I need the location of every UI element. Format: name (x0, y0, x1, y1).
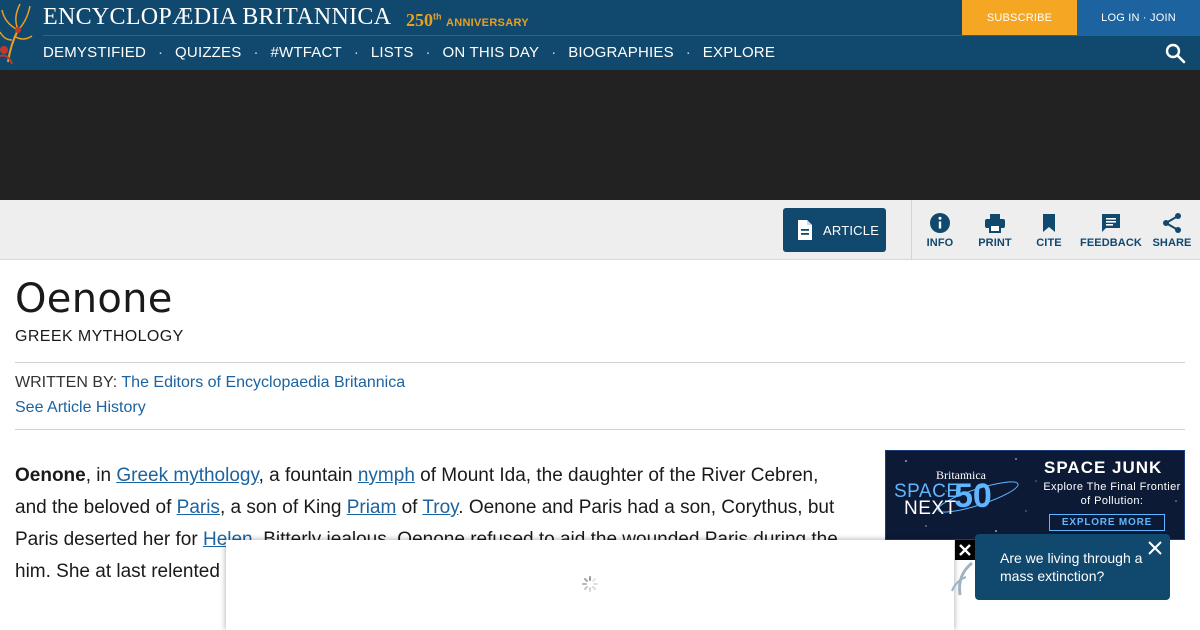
print-icon (985, 214, 1005, 233)
loading-spinner-icon (582, 576, 598, 592)
body-text: , a fountain (258, 465, 358, 486)
info-icon (930, 213, 950, 233)
anniversary-word: ANNIVERSARY (445, 17, 529, 29)
bird-skeleton-graphic (948, 555, 978, 600)
page-title: Oenone (15, 276, 173, 322)
divider (15, 429, 1185, 430)
ad-fifty-text: 50 (954, 477, 992, 515)
main-nav: DEMYSTIFIED · QUIZZES · #WTFACT · LISTS … (43, 44, 775, 61)
body-text: of (396, 497, 423, 518)
article-button[interactable]: ARTICLE (783, 208, 886, 252)
nav-separator: · (685, 44, 691, 61)
author-link[interactable]: The Editors of Encyclopaedia Britannica (121, 374, 405, 391)
article-button-label: ARTICLE (823, 222, 880, 238)
promo-popup[interactable]: Are we living through a mass extinction? (975, 534, 1170, 600)
popup-text[interactable]: Are we living through a mass extinction? (1000, 549, 1160, 585)
nav-separator: · (425, 44, 431, 61)
article-history-link[interactable]: See Article History (15, 399, 146, 417)
share-label: SHARE (1152, 237, 1192, 249)
ad-subline: Explore The Final Frontier of Pollution: (1043, 481, 1181, 507)
anniversary-badge: 250th ANNIVERSARY (406, 10, 529, 31)
ad-next-text: NEXT (904, 498, 957, 519)
link-nymph[interactable]: nymph (358, 465, 415, 486)
cite-label: CITE (1036, 237, 1062, 249)
nav-item-quizzes[interactable]: QUIZZES (175, 44, 241, 61)
anniversary-number: 250 (406, 10, 433, 30)
link-greek-mythology[interactable]: Greek mythology (116, 465, 258, 486)
site-header: ENCYCLOPÆDIA BRITANNICA 250th ANNIVERSAR… (0, 0, 1200, 70)
share-icon (1163, 213, 1181, 233)
nav-item-demystified[interactable]: DEMYSTIFIED (43, 44, 146, 61)
top-ad-banner (0, 70, 1200, 200)
body-text: him. She at last relented (15, 561, 220, 582)
body-text: , in (85, 465, 117, 486)
subscribe-button[interactable]: SUBSCRIBE (962, 0, 1077, 35)
document-icon (798, 220, 812, 240)
nav-item-lists[interactable]: LISTS (371, 44, 414, 61)
brand-title[interactable]: ENCYCLOPÆDIA BRITANNICA (43, 4, 391, 31)
body-text: , a son of King (219, 497, 347, 518)
header-divider (43, 35, 1200, 36)
space-junk-ad[interactable]: Britannica SPACE NEXT 50 SPACE JUNK Expl… (885, 450, 1185, 540)
share-button[interactable]: SHARE (1137, 212, 1200, 249)
cite-button[interactable]: CITE (1014, 212, 1084, 249)
article-topic: GREEK MYTHOLOGY (15, 328, 184, 345)
feedback-button[interactable]: FEEDBACK (1076, 212, 1146, 249)
loading-panel (226, 540, 954, 630)
nav-item-biographies[interactable]: BIOGRAPHIES (568, 44, 674, 61)
nav-separator: · (551, 44, 557, 61)
bookmark-icon (1043, 214, 1055, 232)
anniversary-suffix: th (433, 11, 442, 22)
print-label: PRINT (978, 237, 1012, 249)
link-paris[interactable]: Paris (177, 497, 220, 518)
divider (15, 362, 1185, 363)
feedback-label: FEEDBACK (1080, 237, 1142, 249)
lead-term: Oenone (15, 465, 86, 486)
nav-item-wtfact[interactable]: #WTFACT (270, 44, 341, 61)
feedback-icon (1102, 214, 1120, 232)
info-label: INFO (926, 237, 954, 249)
written-by-label: WRITTEN BY: (15, 374, 118, 391)
close-icon[interactable] (1147, 540, 1163, 556)
ad-explore-button[interactable]: EXPLORE MORE (1049, 514, 1165, 531)
nav-separator: · (253, 44, 259, 61)
link-priam[interactable]: Priam (347, 497, 397, 518)
byline: WRITTEN BY: The Editors of Encyclopaedia… (15, 374, 405, 392)
ad-headline: SPACE JUNK (1044, 458, 1163, 477)
search-icon[interactable] (1164, 42, 1186, 64)
close-icon[interactable] (955, 540, 975, 560)
nav-separator: · (353, 44, 359, 61)
nav-separator: · (158, 44, 164, 61)
link-troy[interactable]: Troy (422, 497, 458, 518)
nav-item-on-this-day[interactable]: ON THIS DAY (443, 44, 540, 61)
article-toolbar: ARTICLE INFO PRINT CITE FEEDBACK SHARE (0, 200, 1200, 260)
login-join-button[interactable]: LOG IN · JOIN (1077, 0, 1200, 35)
thistle-logo-icon[interactable] (0, 0, 36, 66)
nav-item-explore[interactable]: EXPLORE (703, 44, 775, 61)
